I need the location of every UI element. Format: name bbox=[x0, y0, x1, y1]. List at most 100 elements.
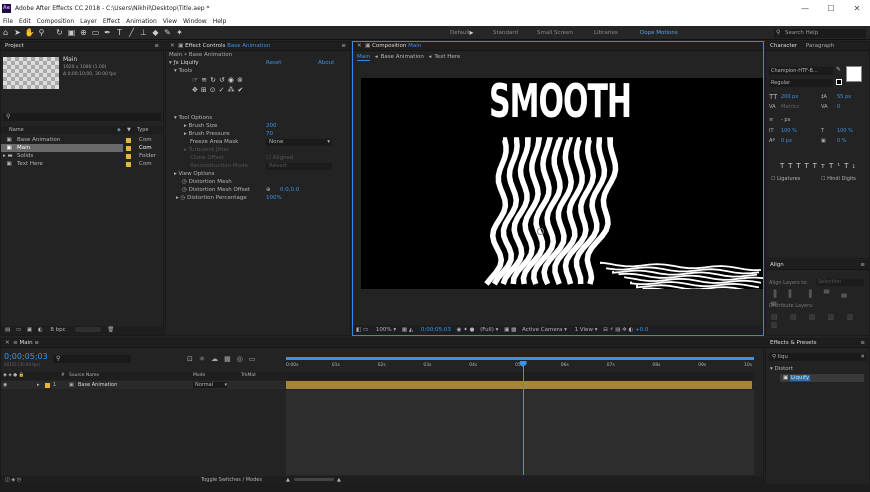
workspace-standard[interactable]: Standard bbox=[493, 30, 518, 36]
tsume-value[interactable]: 0 % bbox=[837, 136, 847, 146]
color-settings-icon[interactable]: ◐ bbox=[38, 327, 43, 333]
grid-icon[interactable]: ▦ bbox=[402, 327, 407, 333]
delete-icon[interactable]: 🗑 bbox=[107, 327, 114, 333]
liquify-effect-item[interactable]: ▣ Liquify bbox=[780, 374, 864, 382]
visibility-icon[interactable]: ◉ bbox=[3, 381, 7, 389]
text-style-button[interactable]: T₁ bbox=[844, 162, 859, 170]
timeline-zoom-slider[interactable] bbox=[294, 478, 334, 481]
monitor-icon[interactable]: ▭ bbox=[363, 327, 368, 333]
workspace-libraries[interactable]: Libraries bbox=[594, 30, 618, 36]
brush-tool-icon[interactable]: ╱ bbox=[126, 27, 137, 38]
label-color-swatch[interactable] bbox=[126, 153, 131, 159]
mask-icon[interactable]: ◭ bbox=[409, 327, 413, 333]
recon-mode-dropdown[interactable]: Revert bbox=[266, 162, 332, 170]
snapshot-icon[interactable]: ◉ bbox=[457, 327, 462, 333]
view-options-group[interactable]: ▸ View Options bbox=[166, 170, 350, 178]
col-source-name[interactable]: Source Name bbox=[69, 372, 99, 380]
distortion-offset-value[interactable]: 0.0,0.0 bbox=[280, 186, 299, 194]
menu-view[interactable]: View bbox=[160, 18, 180, 25]
freeze-icon[interactable]: ⁂ bbox=[228, 86, 238, 94]
toggle-switches-button[interactable]: Toggle Switches / Modes bbox=[201, 476, 262, 484]
bloat-icon[interactable]: ⊗ bbox=[237, 76, 246, 84]
hand-tool-icon[interactable]: ✋ bbox=[24, 27, 35, 38]
col-trkmat[interactable]: TrkMat bbox=[241, 372, 256, 380]
flowchart-icon[interactable]: ✲ bbox=[622, 327, 627, 333]
zoom-out-icon[interactable]: ▲ bbox=[286, 476, 290, 484]
reflection-icon[interactable]: ⊞ bbox=[201, 86, 210, 94]
distortion-percentage-value[interactable]: 100% bbox=[266, 194, 282, 202]
tab-paragraph[interactable]: Paragraph bbox=[806, 43, 834, 49]
new-folder-icon[interactable]: ▭ bbox=[16, 327, 21, 333]
hscale-value[interactable]: 100 % bbox=[837, 126, 853, 136]
list-item[interactable]: ▣ Base Animation Com bbox=[1, 136, 163, 144]
stroke-width-value[interactable]: - px bbox=[781, 115, 791, 125]
comp-timecode[interactable]: 0;00;05;03 bbox=[421, 327, 451, 333]
menu-edit[interactable]: Edit bbox=[16, 18, 34, 25]
close-icon[interactable]: ✕ bbox=[844, 4, 870, 13]
vscale-value[interactable]: 100 % bbox=[781, 126, 797, 136]
comp-viewer[interactable]: SMOOTH bbox=[353, 69, 763, 332]
stopwatch-icon[interactable]: ◷ bbox=[182, 179, 187, 185]
font-size-value[interactable]: 200 px bbox=[781, 92, 798, 102]
clone-stamp-icon[interactable]: ⊥ bbox=[138, 27, 149, 38]
text-style-button[interactable]: T bbox=[780, 162, 788, 170]
search-help-field[interactable]: Search Help bbox=[774, 29, 866, 38]
playhead[interactable] bbox=[519, 361, 527, 475]
menu-help[interactable]: Help bbox=[210, 18, 230, 25]
show-snapshot-icon[interactable]: ✦ bbox=[463, 327, 468, 333]
shy-icon[interactable]: ☁ bbox=[211, 355, 224, 363]
menu-composition[interactable]: Composition bbox=[34, 18, 77, 25]
project-search-input[interactable]: ⚲ bbox=[3, 113, 161, 121]
clone-icon[interactable]: ⊙ bbox=[210, 86, 219, 94]
home-icon[interactable]: ⌂ bbox=[0, 27, 11, 38]
menu-animation[interactable]: Animation bbox=[123, 18, 160, 25]
preview-options-icon[interactable]: ◧ bbox=[356, 327, 361, 333]
timeline-search-input[interactable]: ⚲ bbox=[53, 355, 131, 363]
pan-behind-icon[interactable]: ⊕ bbox=[78, 27, 89, 38]
crumb-base-animation[interactable]: Base Animation bbox=[381, 54, 424, 60]
project-tab[interactable]: Project ≡ bbox=[1, 42, 163, 51]
reset-exposure-icon[interactable]: ◐ bbox=[629, 327, 634, 333]
render-time-icon[interactable]: ◫ ◈ ◷ bbox=[5, 477, 21, 483]
brush-size-value[interactable]: 200 bbox=[266, 122, 277, 130]
label-color-swatch[interactable] bbox=[126, 137, 131, 143]
new-comp-icon[interactable]: ▣ bbox=[27, 327, 32, 333]
effects-presets-tab[interactable]: Effects & Presets ≡ bbox=[766, 339, 869, 348]
zoom-dropdown[interactable]: 100% bbox=[376, 327, 392, 333]
tab-character[interactable]: Character bbox=[770, 43, 797, 49]
views-dropdown[interactable]: 1 View bbox=[575, 327, 593, 333]
label-color-swatch[interactable] bbox=[126, 145, 131, 151]
reconstruction-icon[interactable]: ✓ bbox=[219, 86, 228, 94]
pen-tool-icon[interactable]: ✒ bbox=[102, 27, 113, 38]
workspace-dope-motions[interactable]: Dope Motions bbox=[640, 30, 678, 36]
baseline-value[interactable]: 0 px bbox=[781, 136, 792, 146]
timeline-timecode[interactable]: 0;00;05;03 bbox=[4, 352, 48, 361]
timeline-icon[interactable]: ▤ bbox=[615, 327, 620, 333]
tools-group[interactable]: ▾ Tools bbox=[166, 67, 350, 75]
list-item[interactable]: ▸ ▬ Solids Folder bbox=[1, 152, 163, 160]
resolution-dropdown[interactable]: (Full) bbox=[480, 327, 494, 333]
twirl-ccw-icon[interactable]: ↺ bbox=[219, 76, 228, 84]
color-channel-icon[interactable]: ● bbox=[470, 327, 475, 333]
text-style-button[interactable]: Tт bbox=[813, 162, 829, 170]
freeze-mask-dropdown[interactable]: None ▾ bbox=[266, 138, 332, 146]
col-name[interactable]: Name bbox=[9, 126, 24, 134]
font-family-dropdown[interactable]: Champion-HTF-B... bbox=[769, 67, 833, 75]
menu-effect[interactable]: Effect bbox=[100, 18, 123, 25]
workspace-small-screen[interactable]: Small Screen bbox=[537, 30, 573, 36]
fill-color-swatch[interactable] bbox=[846, 66, 862, 82]
thumbnail-slider[interactable] bbox=[75, 327, 102, 332]
black-swatch[interactable] bbox=[836, 79, 842, 85]
eyedropper-icon[interactable]: ✎ bbox=[836, 66, 841, 73]
layer-label-color[interactable] bbox=[45, 382, 50, 388]
layer-mode-dropdown[interactable]: Normal ▾ bbox=[193, 382, 227, 388]
brush-pressure-value[interactable]: 70 bbox=[266, 130, 273, 138]
text-style-button[interactable]: TT bbox=[796, 162, 812, 170]
list-item[interactable]: ▣ Main Com bbox=[1, 144, 152, 152]
zoom-tool-icon[interactable]: ⚲ bbox=[36, 27, 47, 38]
reset-button[interactable]: Reset bbox=[266, 59, 281, 67]
rectangle-tool-icon[interactable]: ▭ bbox=[90, 27, 101, 38]
exposure-value[interactable]: +0.0 bbox=[635, 327, 648, 333]
hindi-digits-checkbox[interactable]: ☐ Hindi Digits bbox=[821, 176, 856, 182]
region-icon[interactable]: ▣ bbox=[504, 327, 509, 333]
